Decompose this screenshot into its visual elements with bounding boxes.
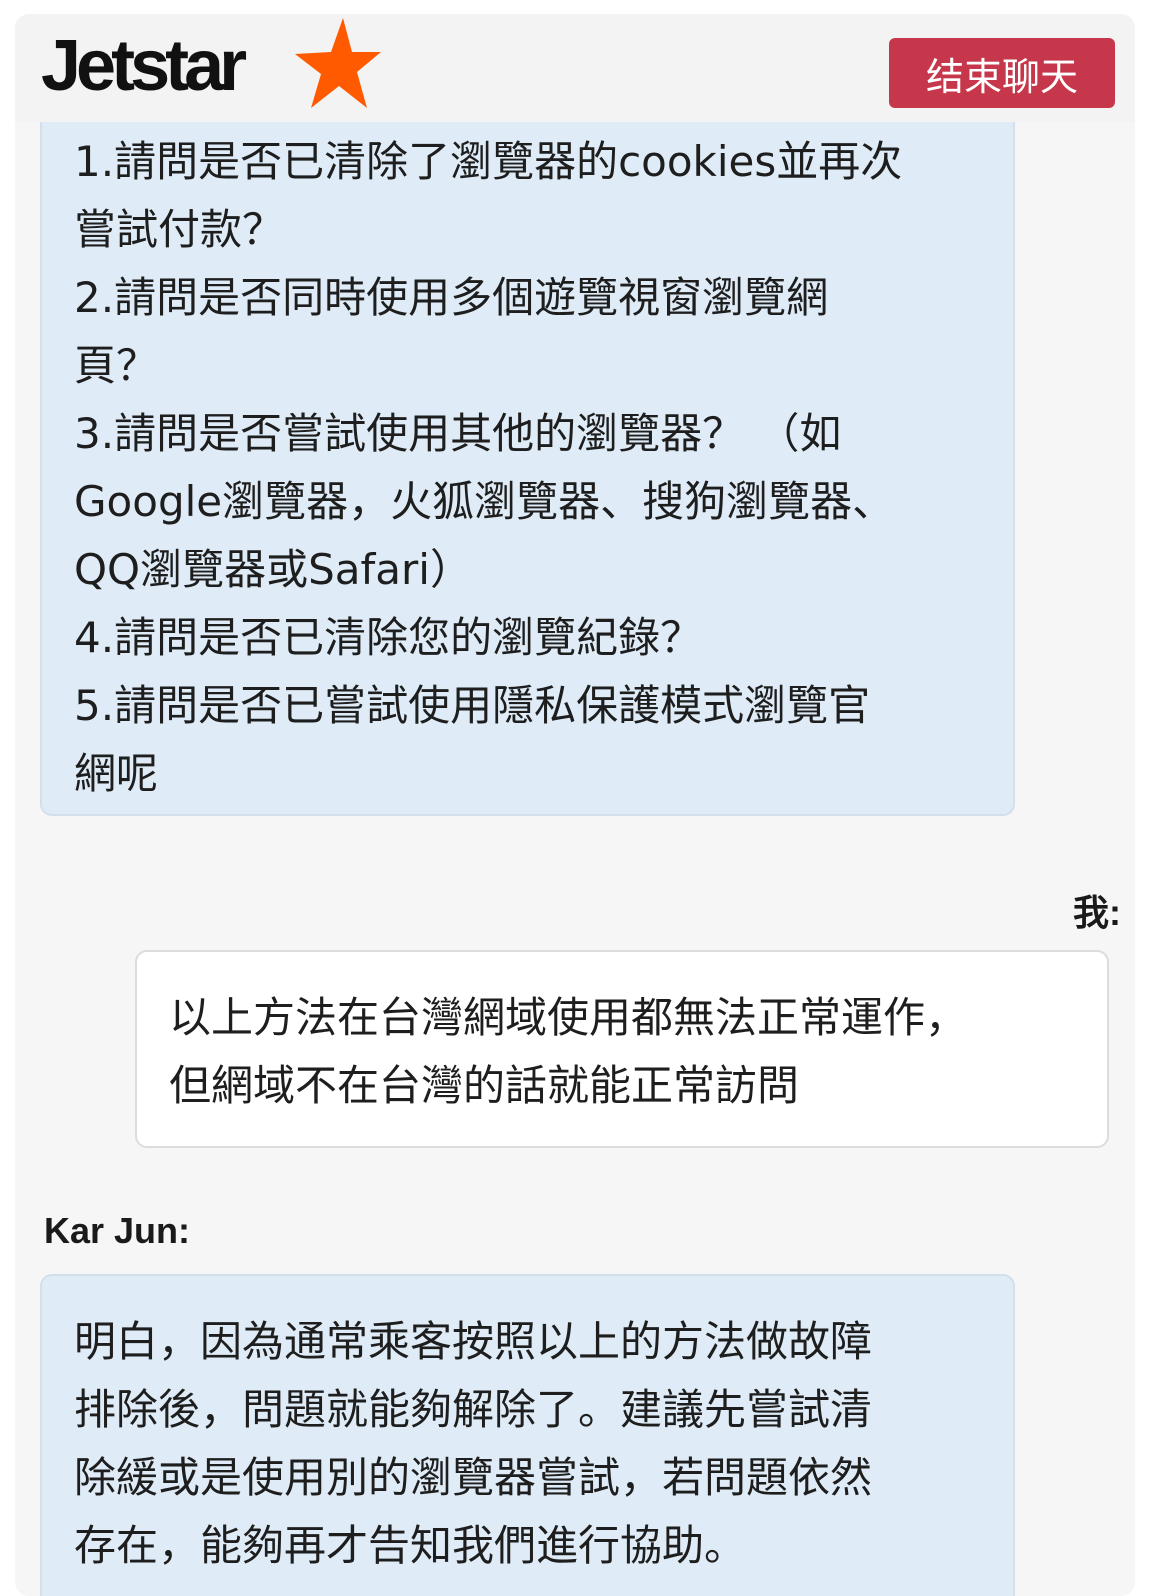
message-line: 明白，因為通常乘客按照以上的方法做故障 — [74, 1317, 873, 1366]
agent-message-bubble: 1.請問是否已清除了瀏覽器的cookies並再次 嘗試付款？ 2.請問是否同時使… — [40, 74, 1015, 816]
message-line: 以上方法在台灣網域使用都無法正常運作， — [169, 993, 968, 1042]
agent-sender-label: Kar Jun: — [44, 1210, 191, 1251]
message-line: 除緩或是使用別的瀏覽器嘗試，若問題依然 — [74, 1453, 873, 1502]
message-line: QQ瀏覽器或Safari） — [74, 545, 472, 594]
message-line: 2.請問是否同時使用多個遊覽視窗瀏覽網 — [74, 273, 829, 322]
chat-transcript[interactable]: 1.請問是否已清除了瀏覽器的cookies並再次 嘗試付款？ 2.請問是否同時使… — [15, 14, 1135, 1596]
message-line: 4.請問是否已清除您的瀏覽紀錄？ — [74, 613, 703, 662]
star-icon — [295, 18, 381, 108]
message-line: 網呢 — [74, 749, 159, 798]
message-line: 1.請問是否已清除了瀏覽器的cookies並再次 — [74, 137, 903, 186]
message-line: 存在，能夠再才告知我們進行協助。 — [74, 1521, 747, 1570]
jetstar-logo: Jetstar — [41, 16, 381, 116]
agent-message-bubble: 明白，因為通常乘客按照以上的方法做故障 排除後，問題就能夠解除了。建議先嘗試清 … — [40, 1274, 1015, 1596]
user-message-bubble: 以上方法在台灣網域使用都無法正常運作， 但網域不在台灣的話就能正常訪問 — [135, 950, 1109, 1148]
message-line: 頁？ — [74, 341, 159, 390]
message-line: 5.請問是否已嘗試使用隱私保護模式瀏覽官 — [74, 681, 871, 730]
message-line: 嘗試付款？ — [74, 205, 285, 254]
message-line: 排除後，問題就能夠解除了。建議先嘗試清 — [74, 1385, 873, 1434]
user-sender-label: 我: — [1073, 892, 1121, 933]
chat-header: Jetstar 结束聊天 — [15, 14, 1135, 122]
message-line: 3.請問是否嘗試使用其他的瀏覽器？ （如 — [74, 409, 842, 458]
message-line: Google瀏覽器，火狐瀏覽器、搜狗瀏覽器、 — [74, 477, 895, 526]
chat-panel: 1.請問是否已清除了瀏覽器的cookies並再次 嘗試付款？ 2.請問是否同時使… — [15, 14, 1135, 1596]
message-line: 但網域不在台灣的話就能正常訪問 — [169, 1061, 800, 1110]
end-chat-button[interactable]: 结束聊天 — [889, 38, 1115, 108]
logo-text: Jetstar — [41, 26, 247, 106]
